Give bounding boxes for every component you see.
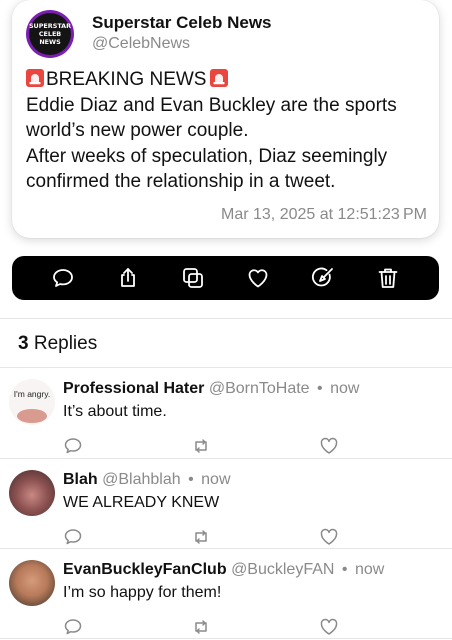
reply-retweet-button[interactable] bbox=[191, 527, 211, 547]
reply-text: I’m so happy for them! bbox=[63, 584, 222, 601]
reply-like-button[interactable] bbox=[319, 617, 339, 637]
separator-dot: • bbox=[317, 380, 323, 397]
author-avatar-logo: SUPERSTAR CELEB NEWS bbox=[29, 13, 71, 55]
reply-comment-button[interactable] bbox=[63, 527, 83, 547]
avatar-lips bbox=[17, 409, 47, 423]
reply-time: now bbox=[201, 471, 231, 488]
reply-header: Blah @Blahblah • now bbox=[63, 471, 231, 489]
edit-button[interactable] bbox=[306, 261, 340, 295]
reply-actions bbox=[63, 527, 353, 549]
reply-author-handle[interactable]: @Blahblah bbox=[102, 471, 181, 488]
separator-dot: • bbox=[341, 561, 348, 578]
reply-author-name[interactable]: EvanBuckleyFanClub bbox=[63, 561, 227, 578]
reply-button[interactable] bbox=[46, 261, 80, 295]
retweet-icon bbox=[195, 620, 207, 634]
speech-bubble-icon bbox=[64, 438, 82, 454]
retweet-icon bbox=[195, 530, 207, 544]
reply-author-name[interactable]: Professional Hater bbox=[63, 380, 204, 397]
share-button[interactable] bbox=[111, 261, 145, 295]
reply-comment-button[interactable] bbox=[63, 617, 83, 637]
replies-header: 3 Replies bbox=[18, 333, 97, 355]
reply-like-button[interactable] bbox=[319, 527, 339, 547]
reply-actions bbox=[63, 436, 353, 458]
author-handle[interactable]: @CelebNews bbox=[92, 35, 190, 53]
copy-icon bbox=[182, 268, 203, 288]
reply-text: It’s about time. bbox=[63, 403, 167, 420]
reply-actions bbox=[63, 617, 353, 639]
reply-retweet-button[interactable] bbox=[191, 617, 211, 637]
replies-count: 3 bbox=[18, 333, 29, 354]
divider bbox=[0, 318, 452, 319]
reply-text: WE ALREADY KNEW bbox=[63, 494, 220, 511]
retweet-icon bbox=[195, 439, 207, 453]
tweet-timestamp: Mar 13, 2025 at 12:51:23 PM bbox=[221, 206, 427, 223]
heart-icon bbox=[320, 437, 338, 454]
reply-comment-button[interactable] bbox=[63, 436, 83, 456]
replies-label: Replies bbox=[33, 333, 98, 354]
divider bbox=[0, 638, 452, 639]
compass-edit-icon bbox=[312, 267, 334, 287]
reply-time: now bbox=[330, 380, 360, 397]
reply-time: now bbox=[354, 561, 385, 578]
siren-icon bbox=[26, 69, 44, 87]
reply-author-handle[interactable]: @BornToHate bbox=[209, 380, 310, 397]
tweet-action-bar bbox=[12, 256, 439, 300]
tweet-text-line: After weeks of speculation, Diaz seeming… bbox=[26, 145, 388, 167]
avatar-caption: I'm angry. bbox=[13, 389, 51, 399]
reply-author-name[interactable]: Blah bbox=[63, 471, 98, 488]
reply-author-handle[interactable]: @BuckleyFAN bbox=[231, 561, 334, 578]
reply-item[interactable]: I'm angry. Professional Hater @BornToHat… bbox=[0, 368, 452, 458]
tweet-text: BREAKING NEWS Eddie Diaz and Evan Buckle… bbox=[26, 67, 431, 195]
tweet-card: SUPERSTAR CELEB NEWS Superstar Celeb New… bbox=[12, 0, 439, 238]
reply-item[interactable]: EvanBuckleyFanClub @BuckleyFAN • now I’m… bbox=[0, 549, 452, 639]
reply-avatar[interactable] bbox=[9, 560, 55, 606]
reply-retweet-button[interactable] bbox=[191, 436, 211, 456]
tweet-text-line: world’s new power couple. bbox=[26, 120, 249, 141]
author-name[interactable]: Superstar Celeb News bbox=[92, 13, 272, 33]
tweet-headline: BREAKING NEWS bbox=[46, 69, 207, 90]
speech-bubble-icon bbox=[52, 269, 73, 287]
heart-icon bbox=[248, 269, 268, 288]
trash-icon bbox=[378, 268, 398, 288]
reply-avatar[interactable] bbox=[9, 470, 55, 516]
tweet-headline-line: BREAKING NEWS bbox=[26, 67, 431, 93]
reply-avatar[interactable]: I'm angry. bbox=[9, 379, 55, 425]
speech-bubble-icon bbox=[64, 529, 82, 545]
heart-icon bbox=[320, 618, 338, 635]
reply-header: Professional Hater @BornToHate • now bbox=[63, 380, 359, 398]
author-avatar[interactable]: SUPERSTAR CELEB NEWS bbox=[26, 10, 74, 58]
reply-header: EvanBuckleyFanClub @BuckleyFAN • now bbox=[63, 561, 384, 579]
delete-button[interactable] bbox=[371, 261, 405, 295]
like-button[interactable] bbox=[241, 261, 275, 295]
tweet-text-line: Eddie Diaz and Evan Buckley are the spor… bbox=[26, 94, 397, 116]
reply-like-button[interactable] bbox=[319, 436, 339, 456]
heart-icon bbox=[320, 528, 338, 545]
copy-button[interactable] bbox=[176, 261, 210, 295]
separator-dot: • bbox=[188, 471, 194, 488]
tweet-text-line: confirmed the relationship in a tweet. bbox=[26, 171, 336, 192]
reply-item[interactable]: Blah @Blahblah • now WE ALREADY KNEW bbox=[0, 459, 452, 549]
siren-icon bbox=[210, 69, 229, 87]
share-icon bbox=[120, 268, 135, 287]
speech-bubble-icon bbox=[64, 619, 82, 635]
